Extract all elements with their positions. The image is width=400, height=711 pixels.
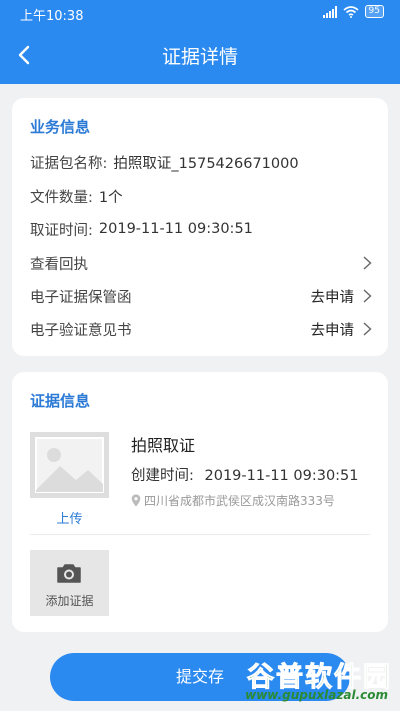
package-name-value: 拍照取证_1575426671000 bbox=[113, 155, 299, 172]
evidence-item-title: 拍照取证 bbox=[131, 436, 196, 455]
package-name-label: 证据包名称: bbox=[30, 155, 108, 172]
created-time-label: 创建时间: bbox=[131, 468, 194, 484]
battery-icon: 95 bbox=[364, 5, 384, 18]
evidence-thumbnail[interactable] bbox=[30, 432, 109, 498]
page-title: 证据详情 bbox=[161, 46, 238, 68]
view-receipt-label: 查看回执 bbox=[30, 256, 88, 273]
site-watermark: 谷普软件园 www.gupuxlazal.com bbox=[218, 655, 394, 703]
status-bar: 上午10:38 95 bbox=[0, 0, 400, 26]
location-text: 四川省成都市武侯区成汉南路333号 bbox=[144, 494, 335, 508]
capture-time-label: 取证时间: bbox=[30, 222, 93, 239]
add-evidence-button[interactable]: 添加证据 bbox=[30, 550, 109, 616]
chevron-right-icon bbox=[363, 256, 372, 270]
status-time: 上午10:38 bbox=[20, 9, 84, 24]
package-name-row: 证据包名称: 拍照取证_1575426671000 bbox=[30, 150, 374, 174]
file-count-value: 1个 bbox=[98, 189, 123, 206]
signal-icon bbox=[322, 5, 337, 18]
created-time-value: 2019-11-11 09:30:51 bbox=[204, 468, 359, 484]
evidence-info-card: 证据信息 上传 拍照取证 创建时间: 2019-11-11 09:30:51 四… bbox=[12, 372, 388, 632]
wifi-icon bbox=[343, 5, 359, 18]
business-section-title: 业务信息 bbox=[30, 118, 91, 136]
opinion-letter-label: 电子验证意见书 bbox=[30, 322, 132, 339]
custody-apply-link[interactable]: 去申请 bbox=[311, 286, 355, 307]
file-count-label: 文件数量: bbox=[30, 189, 93, 206]
opinion-letter-row[interactable]: 电子验证意见书 去申请 bbox=[30, 317, 374, 341]
capture-time-row: 取证时间: 2019-11-11 09:30:51 bbox=[30, 217, 374, 241]
watermark-url: www.gupuxlazal.com bbox=[245, 688, 388, 702]
opinion-apply-link[interactable]: 去申请 bbox=[311, 319, 355, 340]
upload-link[interactable]: 上传 bbox=[30, 508, 109, 527]
image-placeholder-icon bbox=[35, 437, 104, 493]
nav-bar: 证据详情 bbox=[0, 26, 400, 84]
chevron-right-icon bbox=[363, 289, 372, 303]
business-info-card: 业务信息 证据包名称: 拍照取证_1575426671000 文件数量: 1个 … bbox=[12, 98, 388, 356]
file-count-row: 文件数量: 1个 bbox=[30, 184, 374, 208]
camera-icon bbox=[57, 564, 81, 583]
custody-letter-label: 电子证据保管函 bbox=[30, 289, 132, 306]
divider bbox=[30, 534, 370, 535]
evidence-created-time: 创建时间: 2019-11-11 09:30:51 bbox=[131, 464, 359, 485]
evidence-section-title: 证据信息 bbox=[30, 392, 91, 410]
capture-time-value: 2019-11-11 09:30:51 bbox=[98, 221, 253, 237]
chevron-right-icon bbox=[363, 322, 372, 336]
view-receipt-row[interactable]: 查看回执 bbox=[30, 251, 374, 275]
add-evidence-label: 添加证据 bbox=[45, 594, 94, 608]
evidence-location: 四川省成都市武侯区成汉南路333号 bbox=[131, 492, 335, 509]
custody-letter-row[interactable]: 电子证据保管函 去申请 bbox=[30, 284, 374, 308]
location-pin-icon bbox=[131, 494, 141, 507]
status-icons: 95 bbox=[322, 5, 384, 18]
